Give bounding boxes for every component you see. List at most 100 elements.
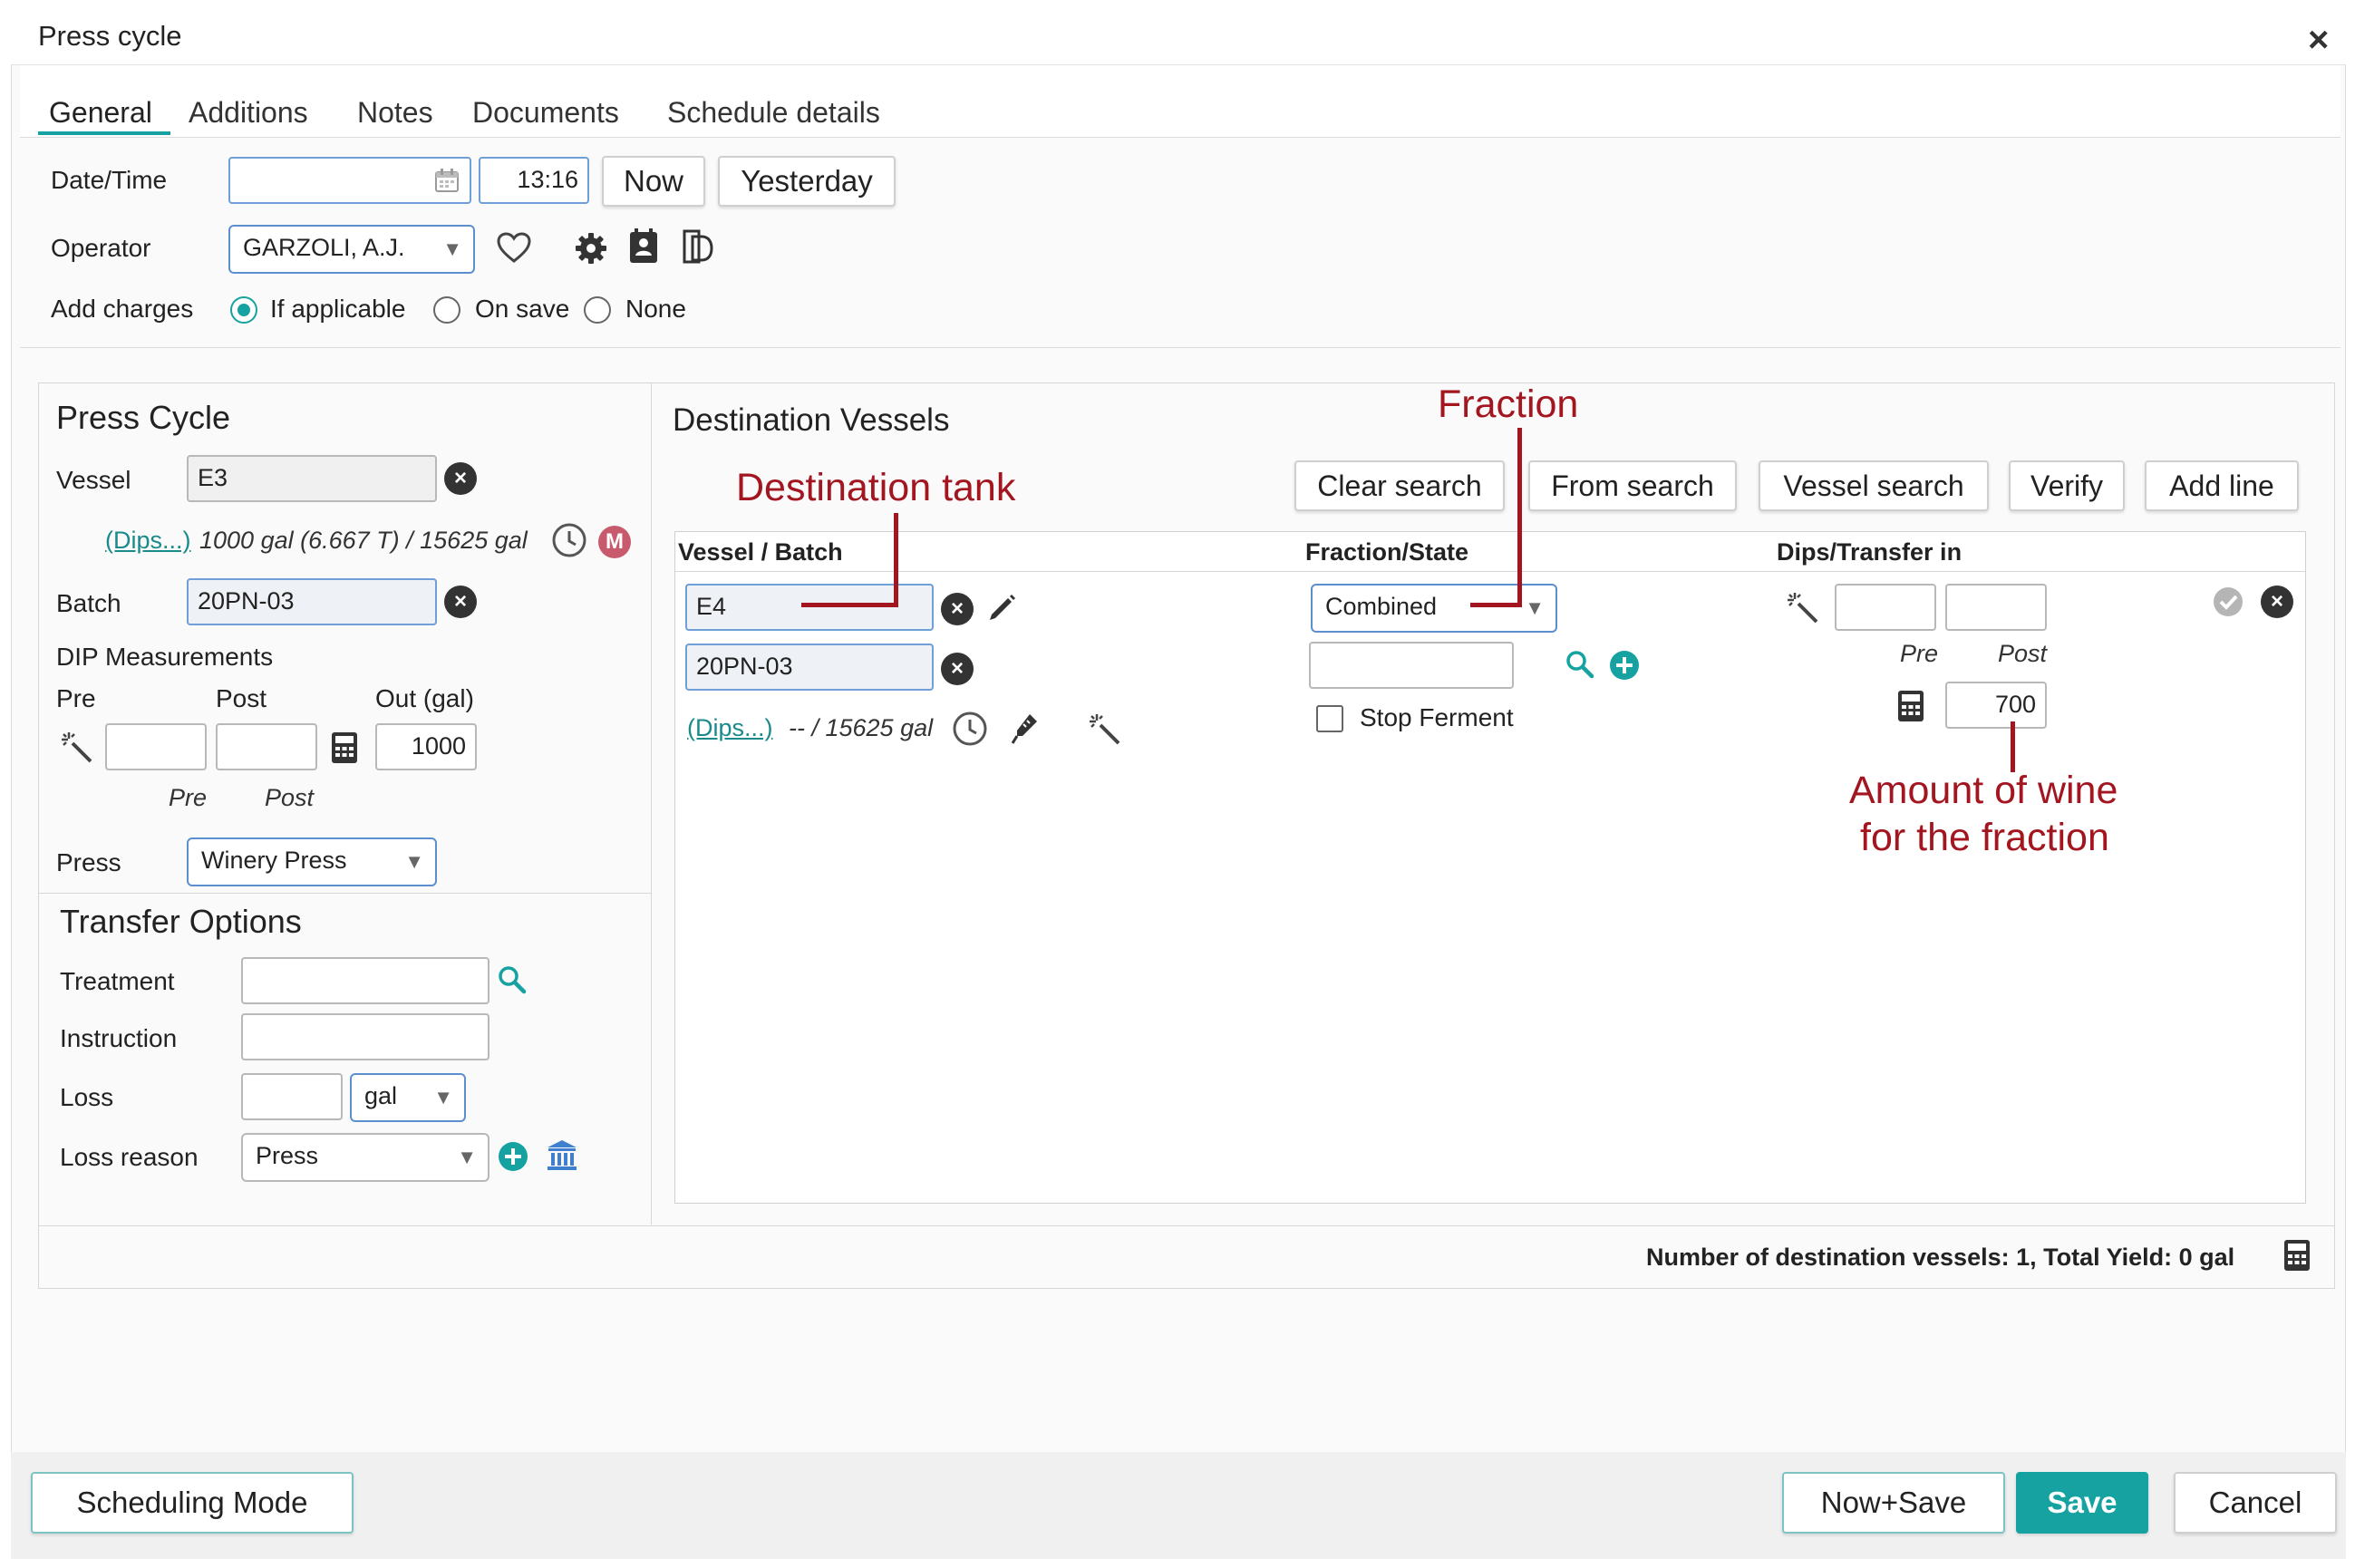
press-label: Press [56,848,121,876]
dip-pre-label: Pre [56,684,96,712]
dest-post-sub: Post [1998,640,2048,667]
dest-post-input[interactable] [1945,584,2047,631]
dest-pre-sub: Pre [1900,640,1939,667]
calculator-icon[interactable] [1896,689,1925,723]
add-circle-icon[interactable] [1608,649,1641,682]
summary-divider [39,1225,2334,1226]
from-search-button[interactable]: From search [1528,460,1737,511]
dip-pre-sub: Pre [169,784,208,811]
tab-general[interactable]: General [49,96,152,130]
magic-wand-icon[interactable] [1088,712,1122,747]
vessel-label: Vessel [56,466,131,494]
tab-documents[interactable]: Documents [472,96,619,130]
contact-card-icon[interactable] [627,228,660,265]
transfer-in-input[interactable]: 700 [1945,682,2047,729]
radio-if-applicable[interactable] [230,296,257,324]
loss-unit-select[interactable]: gal ▼ [350,1073,466,1122]
magic-wand-icon[interactable] [1786,591,1820,625]
tab-schedule-details[interactable]: Schedule details [667,96,880,130]
operator-select[interactable]: GARZOLI, A.J. ▼ [228,225,475,274]
time-input[interactable]: 13:16 [479,157,589,204]
annotation-amount-line1: Amount of wine [1849,769,2118,812]
clock-icon[interactable] [551,522,587,558]
tab-additions[interactable]: Additions [189,96,308,130]
vessel-input[interactable]: E3 [187,455,437,502]
radio-none-label: None [625,295,686,323]
stop-ferment-checkbox[interactable] [1316,705,1343,732]
magic-wand-icon[interactable] [60,731,94,765]
clear-dest-batch-icon[interactable]: × [941,653,974,685]
dip-out-label: Out (gal) [375,684,474,712]
calendar-icon[interactable] [433,167,460,194]
search-icon[interactable] [497,964,528,995]
fraction-state-input[interactable] [1309,642,1514,689]
annotation-destination-tank: Destination tank [736,466,1016,509]
loss-unit-value: gal [364,1082,398,1109]
dip-post-input[interactable] [216,723,317,770]
pencil-icon[interactable] [986,591,1019,624]
search-icon[interactable] [1565,649,1595,680]
dip-post-sub: Post [265,784,315,811]
check-circle-icon[interactable] [2212,586,2244,618]
verify-button[interactable]: Verify [2009,460,2125,511]
tab-notes[interactable]: Notes [357,96,433,130]
loss-reason-select[interactable]: Press ▼ [241,1133,489,1182]
document-icon[interactable] [682,228,714,265]
clear-batch-icon[interactable]: × [444,586,477,618]
annotation-dest-line-v [894,513,898,607]
chevron-down-icon: ▼ [442,237,462,260]
loss-reason-label: Loss reason [60,1143,199,1171]
press-value: Winery Press [201,847,347,874]
transfer-divider [39,893,651,894]
add-circle-icon[interactable] [497,1140,529,1173]
col-dips-transfer: Dips/Transfer in [1777,538,1962,566]
cancel-button[interactable]: Cancel [2174,1472,2337,1534]
calculator-icon[interactable] [2282,1238,2311,1273]
dest-batch-input[interactable]: 20PN-03 [685,644,934,691]
vessel-dips-link[interactable]: (Dips...) [105,527,191,555]
loss-reason-value: Press [256,1142,319,1169]
panel-divider [651,383,652,1224]
remove-line-icon[interactable]: × [2261,586,2293,618]
batch-input[interactable]: 20PN-03 [187,578,437,625]
dest-dips-info: -- / 15625 gal [789,714,934,741]
heart-icon[interactable] [497,232,531,265]
dip-pre-input[interactable] [105,723,207,770]
now-save-button[interactable]: Now+Save [1782,1472,2005,1534]
dest-pre-input[interactable] [1835,584,1936,631]
chevron-down-icon: ▼ [404,850,424,873]
operator-value: GARZOLI, A.J. [243,234,405,261]
transfer-options-title: Transfer Options [60,903,302,940]
m-badge[interactable]: M [598,526,631,558]
radio-none[interactable] [584,296,611,324]
add-line-button[interactable]: Add line [2145,460,2299,511]
clear-search-button[interactable]: Clear search [1294,460,1505,511]
m-badge-text: M [606,529,624,554]
press-select[interactable]: Winery Press ▼ [187,837,437,886]
treatment-input[interactable] [241,957,489,1004]
loss-label: Loss [60,1083,114,1111]
now-button[interactable]: Now [602,156,705,207]
vessel-search-button[interactable]: Vessel search [1759,460,1989,511]
calculator-icon[interactable] [330,731,359,765]
thermometer-icon[interactable] [1010,711,1041,747]
clear-vessel-icon[interactable]: × [444,462,477,495]
radio-on-save[interactable] [433,296,460,324]
instruction-label: Instruction [60,1024,178,1052]
dest-dips-link[interactable]: (Dips...) [687,714,773,742]
save-button[interactable]: Save [2016,1472,2148,1534]
instruction-input[interactable] [241,1013,489,1060]
gear-icon[interactable] [575,232,607,265]
clear-dest-vessel-icon[interactable]: × [941,593,974,625]
datetime-label: Date/Time [51,166,168,194]
dip-out-input[interactable]: 1000 [375,723,477,770]
loss-input[interactable] [241,1073,343,1120]
close-icon[interactable]: × [2308,22,2329,58]
yesterday-button[interactable]: Yesterday [718,156,896,207]
bank-icon[interactable] [546,1138,578,1173]
batch-label: Batch [56,589,121,617]
radio-on-save-label: On save [475,295,570,323]
col-fraction-state: Fraction/State [1305,538,1469,566]
scheduling-mode-button[interactable]: Scheduling Mode [31,1472,354,1534]
clock-icon[interactable] [952,711,988,747]
